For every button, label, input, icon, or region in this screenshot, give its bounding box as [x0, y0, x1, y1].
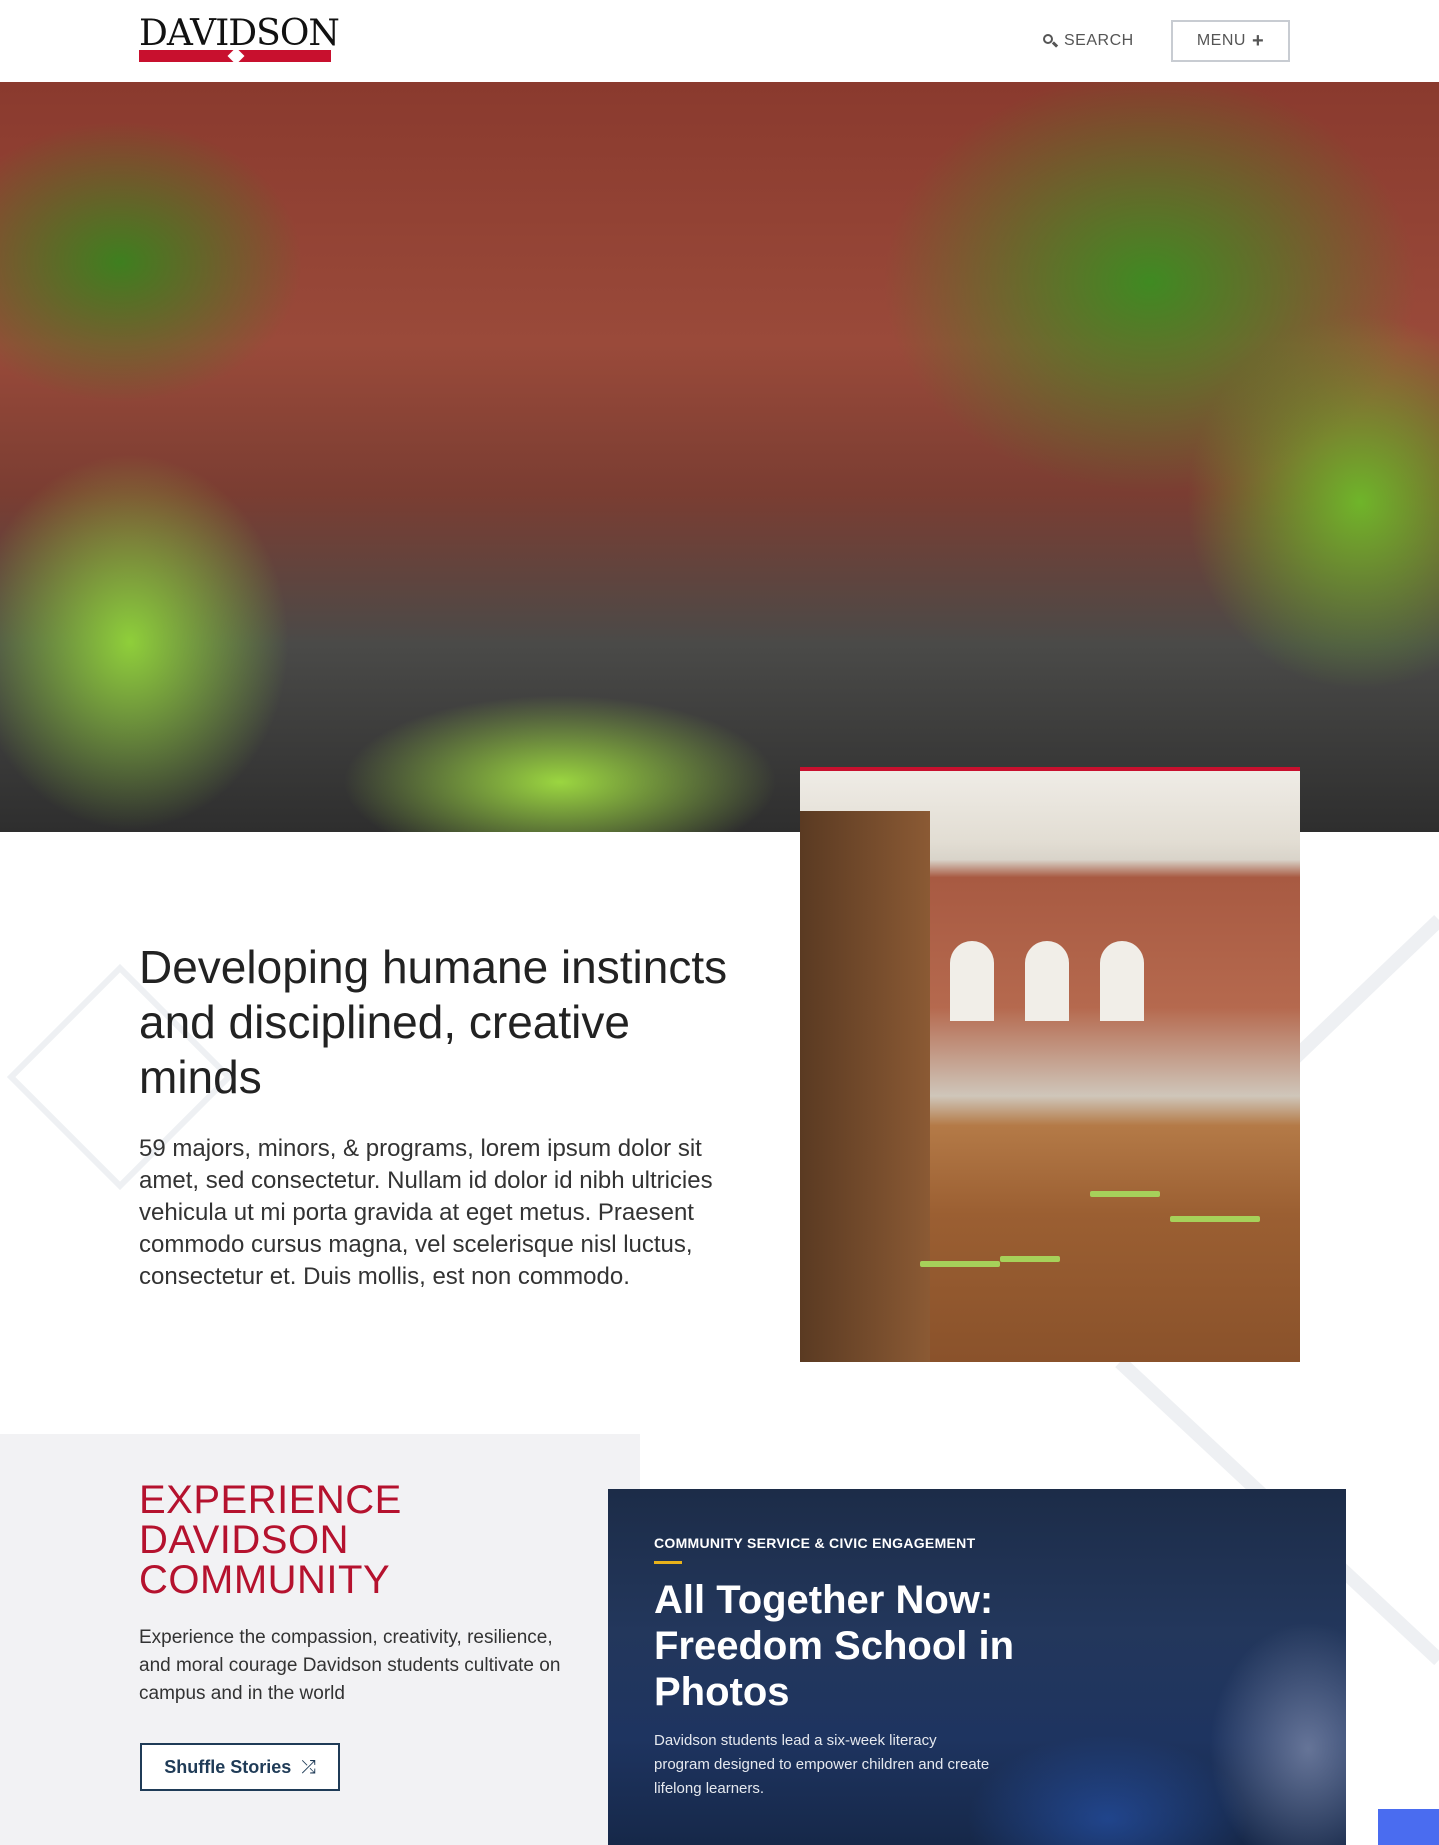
story-card[interactable]: COMMUNITY SERVICE & CIVIC ENGAGEMENT All…	[608, 1489, 1346, 1845]
shuffle-label: Shuffle Stories	[164, 1756, 292, 1777]
experience-text: Experience the compassion, creativity, r…	[139, 1627, 561, 1704]
search-label: SEARCH	[1064, 32, 1134, 49]
story-title[interactable]: All Together Now: Freedom School in Phot…	[654, 1577, 1054, 1715]
search-icon	[1042, 33, 1059, 49]
shuffle-icon: ⤮	[301, 1756, 316, 1777]
feedback-tab[interactable]	[1378, 1809, 1439, 1845]
intro-heading: Developing humane instincts and discipli…	[139, 941, 728, 1103]
story-category[interactable]: COMMUNITY SERVICE & CIVIC ENGAGEMENT	[654, 1535, 975, 1551]
logo-wordmark: DAVIDSON	[139, 13, 340, 54]
davidson-logo[interactable]: DAVIDSON	[139, 16, 340, 65]
plus-icon: +	[1251, 30, 1265, 52]
hero-image	[0, 82, 1439, 832]
menu-label: MENU	[1196, 32, 1246, 49]
site-header: DAVIDSON SEARCH MENU +	[0, 0, 1439, 82]
experience-heading: EXPERIENCE DAVIDSON COMMUNITY	[139, 1478, 402, 1602]
menu-button[interactable]: MENU +	[1171, 20, 1290, 62]
shuffle-stories-button[interactable]: Shuffle Stories ⤮	[140, 1743, 340, 1791]
intro-text: 59 majors, minors, & programs, lorem ips…	[139, 1135, 713, 1290]
atrium-photo	[800, 767, 1300, 1362]
story-rule	[654, 1561, 682, 1564]
story-summary: Davidson students lead a six-week litera…	[654, 1732, 990, 1797]
search-button[interactable]: SEARCH	[1042, 30, 1134, 52]
